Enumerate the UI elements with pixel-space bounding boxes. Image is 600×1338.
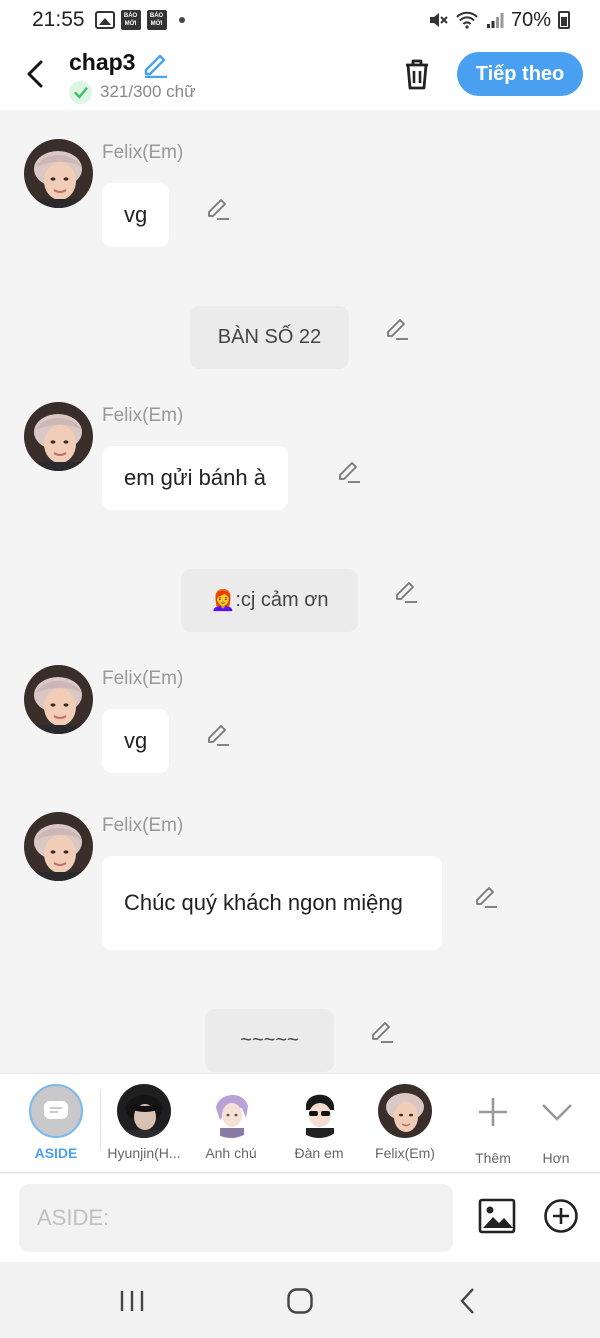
add-button[interactable]	[543, 1198, 579, 1234]
pencil-icon	[144, 54, 167, 79]
character-label: Anh chú	[205, 1145, 257, 1161]
edit-title-button[interactable]	[142, 50, 170, 79]
character-aside[interactable]: ASIDE	[21, 1084, 91, 1161]
aside-avatar	[29, 1084, 83, 1138]
signal-icon	[486, 13, 504, 28]
image-icon	[478, 1198, 516, 1234]
system-nav-bar	[0, 1262, 600, 1338]
character-hyunjin[interactable]: Hyunjin(H...	[105, 1084, 183, 1161]
narration-block[interactable]: BÀN SỐ 22	[190, 306, 349, 369]
back-button[interactable]	[18, 54, 52, 94]
character-label: Felix(Em)	[375, 1145, 435, 1161]
word-count: 321/300 chữ	[100, 82, 196, 101]
avatar[interactable]	[24, 812, 93, 881]
character-selector: ASIDE Hyunjin(H... Anh chú Đàn em Felix(…	[0, 1073, 600, 1173]
wifi-icon	[456, 11, 478, 29]
character-dan-em[interactable]: Đàn em	[286, 1084, 352, 1161]
screen: 21:55 BÁO MỚI BÁO MỚI 70% chap3 321/300 …	[0, 0, 600, 1338]
edit-message-icon[interactable]	[205, 194, 231, 220]
chat-area[interactable]: Felix(Em) vg BÀN SỐ 22 Felix(Em) em gửi …	[0, 110, 600, 1073]
character-emoji: 👩‍🦰	[210, 590, 236, 612]
sender-name: Felix(Em)	[102, 142, 184, 163]
recent-apps-icon	[120, 1291, 144, 1311]
sender-name: Felix(Em)	[102, 815, 184, 836]
avatar	[292, 1084, 346, 1138]
character-label: Đàn em	[294, 1145, 344, 1161]
mute-icon	[429, 13, 448, 27]
input-bar	[0, 1174, 600, 1262]
character-label: ASIDE	[34, 1145, 78, 1161]
insert-image-button[interactable]	[478, 1198, 516, 1234]
next-button[interactable]: Tiếp theo	[457, 52, 583, 96]
delete-button[interactable]	[400, 56, 434, 92]
news-notification-icon: BÁO MỚI	[120, 10, 141, 30]
sender-name: Felix(Em)	[102, 405, 184, 426]
sender-name: Felix(Em)	[102, 668, 184, 689]
chevron-down-icon	[542, 1104, 572, 1121]
home-button[interactable]	[280, 1284, 320, 1318]
edit-message-icon[interactable]	[205, 720, 231, 746]
edit-message-icon[interactable]	[369, 1017, 395, 1043]
chapter-title: chap3	[69, 49, 136, 75]
character-felix[interactable]: Felix(Em)	[370, 1084, 440, 1161]
system-icons: 70%	[428, 9, 570, 32]
narration-text: :cj cảm ơn	[235, 589, 329, 611]
dialogue-bubble[interactable]: vg	[102, 183, 170, 247]
dialogue-bubble[interactable]: em gửi bánh à	[102, 446, 288, 510]
add-character-button[interactable]: Thêm	[464, 1084, 522, 1166]
narration-block[interactable]: 👩‍🦰:cj cảm ơn	[181, 569, 358, 632]
battery-icon	[558, 11, 570, 29]
notification-icons: BÁO MỚI BÁO MỚI	[94, 10, 185, 30]
character-label: Hơn	[542, 1150, 570, 1166]
avatar	[378, 1084, 432, 1138]
news-notification-icon: BÁO MỚI	[146, 10, 167, 30]
battery-percent: 70%	[510, 8, 551, 31]
more-notifications-dot-icon	[178, 17, 185, 23]
status-bar: 21:55 BÁO MỚI BÁO MỚI 70%	[0, 0, 600, 40]
recent-apps-button[interactable]	[112, 1284, 152, 1318]
narration-block[interactable]: ~~~~~	[205, 1009, 334, 1072]
avatar	[117, 1084, 171, 1138]
avatar[interactable]	[24, 665, 93, 734]
character-label: Hyunjin(H...	[107, 1145, 181, 1161]
edit-message-icon[interactable]	[393, 577, 419, 603]
back-icon	[460, 1288, 474, 1314]
chat-bubble-icon	[44, 1101, 68, 1119]
character-anh-chu[interactable]: Anh chú	[198, 1084, 264, 1161]
avatar	[204, 1084, 258, 1138]
divider	[100, 1090, 101, 1150]
avatar[interactable]	[24, 139, 93, 208]
plus-circle-icon	[544, 1199, 578, 1233]
edit-message-icon[interactable]	[473, 882, 499, 908]
dialogue-bubble[interactable]: vg	[102, 709, 170, 773]
trash-icon	[406, 59, 428, 90]
back-arrow-icon	[27, 60, 43, 88]
status-time: 21:55	[32, 8, 85, 31]
avatar[interactable]	[24, 402, 93, 471]
check-icon	[69, 81, 92, 104]
character-label: Thêm	[475, 1150, 511, 1166]
gallery-notification-icon	[94, 11, 115, 29]
home-icon	[287, 1288, 313, 1314]
nav-back-button[interactable]	[448, 1284, 488, 1318]
edit-message-icon[interactable]	[336, 457, 362, 483]
edit-message-icon[interactable]	[384, 314, 410, 340]
plus-icon	[479, 1098, 507, 1126]
message-input[interactable]	[19, 1184, 453, 1252]
more-characters-button[interactable]: Hơn	[530, 1084, 582, 1166]
dialogue-bubble[interactable]: Chúc quý khách ngon miệng	[102, 856, 442, 950]
editor-header: chap3 321/300 chữ Tiếp theo	[0, 40, 600, 110]
